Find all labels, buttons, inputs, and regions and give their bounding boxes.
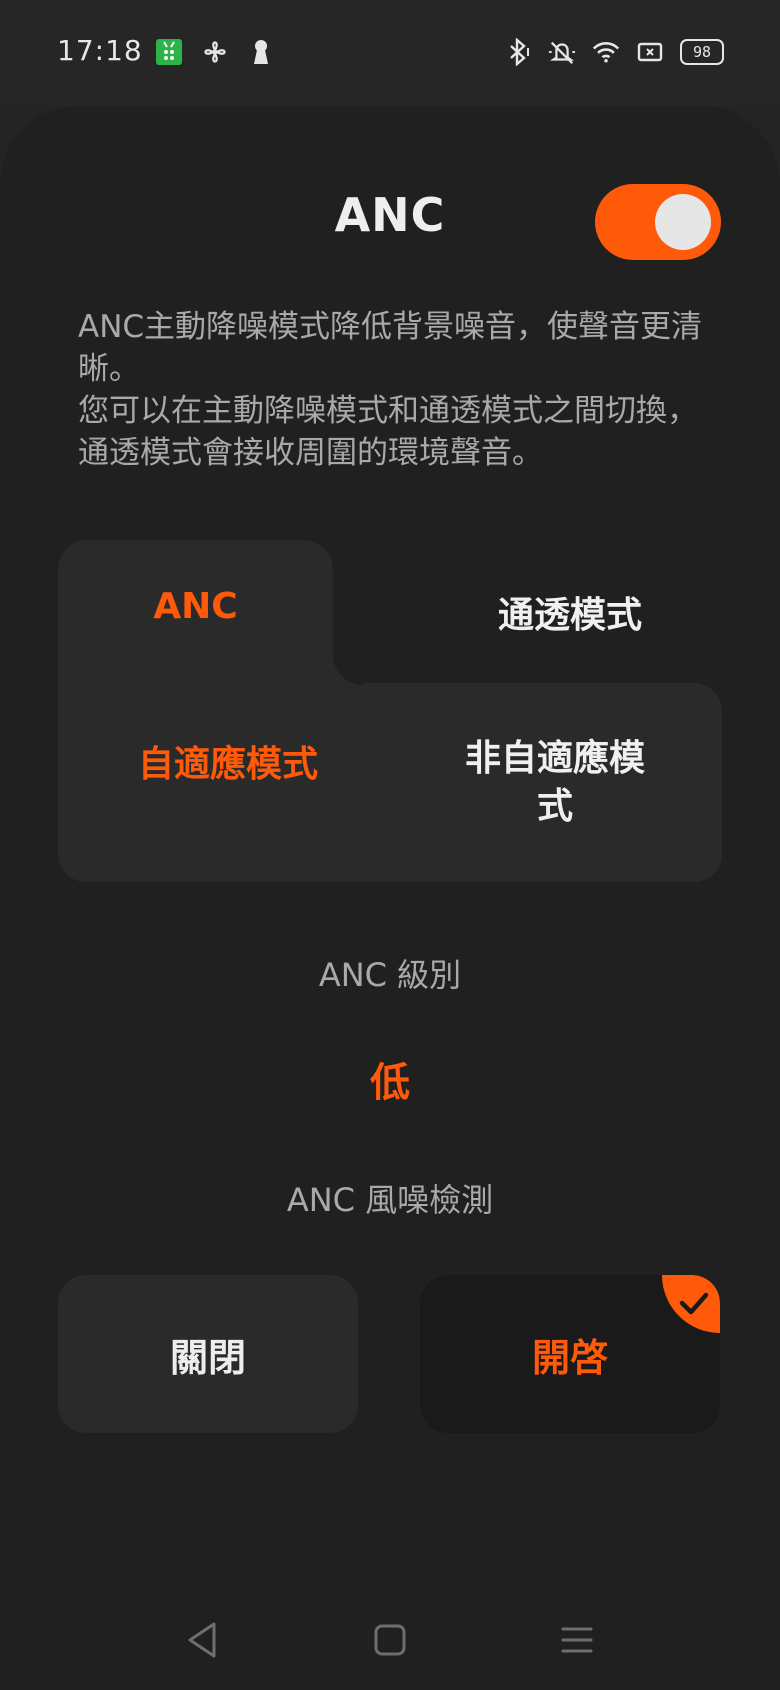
wifi-icon bbox=[592, 38, 620, 66]
bluetooth-icon bbox=[504, 38, 532, 66]
fan-icon bbox=[201, 38, 229, 66]
navigation-bar bbox=[0, 1590, 780, 1690]
wind-noise-on-button[interactable]: 開啓 bbox=[420, 1275, 720, 1433]
status-time: 17:18 bbox=[57, 34, 143, 67]
sim-icon bbox=[636, 38, 664, 66]
tab-anc-label[interactable]: ANC bbox=[58, 586, 333, 627]
keyhole-icon bbox=[247, 38, 275, 66]
anc-level-label: ANC 級別 bbox=[318, 956, 462, 994]
wind-noise-off-button[interactable]: 關閉 bbox=[58, 1275, 358, 1433]
menu-icon[interactable] bbox=[555, 1618, 599, 1662]
description-line-2: 您可以在主動降噪模式和通透模式之間切換，通透模式會接收周圍的環境聲音。 bbox=[78, 393, 698, 471]
back-icon[interactable] bbox=[180, 1618, 224, 1662]
anc-level-value[interactable]: 低 bbox=[0, 1050, 780, 1108]
tab-transparency[interactable]: 通透模式 bbox=[470, 586, 670, 638]
tab-notch bbox=[333, 655, 363, 685]
app-store-icon bbox=[155, 38, 183, 66]
anc-toggle[interactable] bbox=[595, 184, 721, 260]
wind-noise-off-label: 關閉 bbox=[169, 1335, 246, 1380]
home-icon[interactable] bbox=[368, 1618, 412, 1662]
check-icon bbox=[662, 1275, 720, 1333]
non-adaptive-mode-option[interactable]: 非自適應模式 bbox=[450, 735, 660, 831]
status-bar: 17:18 98 bbox=[0, 0, 780, 106]
anc-description: ANC主動降噪模式降低背景噪音，使聲音更清晰。 您可以在主動降噪模式和通透模式之… bbox=[78, 306, 718, 474]
mute-icon bbox=[548, 38, 576, 66]
battery-icon: 98 bbox=[680, 39, 724, 65]
toggle-knob bbox=[655, 194, 711, 250]
wind-noise-on-label: 開啓 bbox=[531, 1335, 608, 1380]
description-line-1: ANC主動降噪模式降低背景噪音，使聲音更清晰。 bbox=[78, 309, 703, 387]
wind-noise-label: ANC 風噪檢測 bbox=[286, 1181, 494, 1219]
adaptive-mode-option[interactable]: 自適應模式 bbox=[118, 735, 338, 787]
